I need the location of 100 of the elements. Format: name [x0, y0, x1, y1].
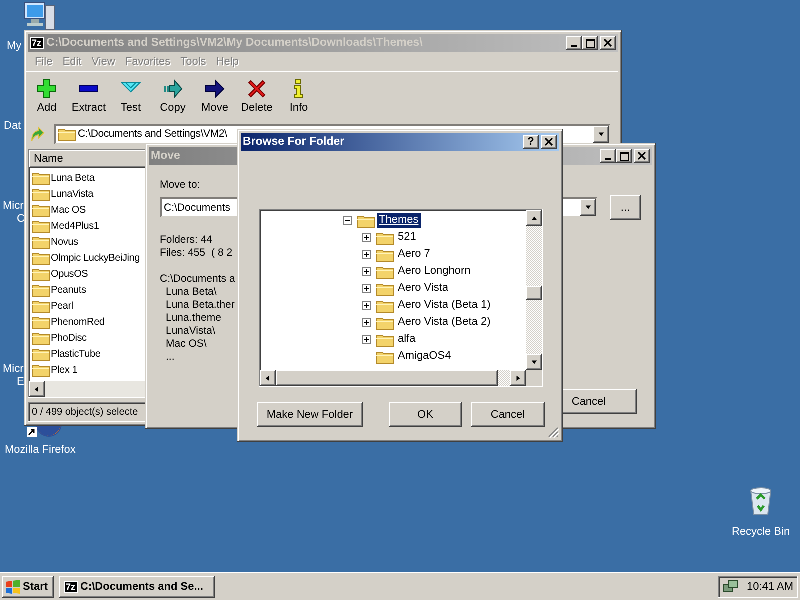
window-title: Browse For Folder: [243, 136, 346, 148]
tree-item[interactable]: Aero Vista (Beta 1): [396, 298, 493, 313]
folder-icon: [58, 127, 76, 141]
arrow-icon: [163, 79, 183, 99]
triangle-icon: [514, 374, 522, 382]
network-icon: [723, 578, 739, 594]
item-text: ...: [165, 351, 175, 364]
triangle-icon: [530, 358, 538, 366]
address-text: C:\Documents and Settings\VM2\: [78, 128, 228, 140]
folder-entry[interactable]: Peanuts: [29, 282, 143, 298]
tree-item[interactable]: 521: [396, 230, 418, 245]
browse-button[interactable]: ...: [610, 195, 641, 220]
folder-entry[interactable]: PhoDisc: [29, 330, 143, 346]
tree-item[interactable]: Aero Vista: [396, 281, 451, 296]
folder-icon: [32, 219, 50, 233]
folder-icon: [376, 332, 394, 346]
taskbar-button[interactable]: 7z C:\Documents and Se...: [59, 576, 215, 598]
icon-label: Micr: [3, 363, 24, 376]
tree-item[interactable]: Themes: [377, 213, 421, 228]
add-button[interactable]: Add: [26, 72, 68, 120]
scroll-thumb[interactable]: [526, 286, 542, 300]
info-text: Files: 455: [160, 247, 206, 260]
item-text: Luna.theme: [165, 312, 222, 325]
close-button[interactable]: [600, 36, 616, 50]
folder-entry[interactable]: LunaVista: [29, 186, 143, 202]
icon-label: E: [16, 376, 24, 389]
icon-label: Recycle Bin: [732, 526, 790, 539]
start-button[interactable]: Start: [2, 576, 54, 598]
folder-icon: [32, 203, 50, 217]
folder-icon: [376, 298, 394, 312]
resize-grip-icon: [548, 427, 559, 438]
item-text: Luna Beta\: [165, 286, 217, 299]
minimize-button[interactable]: [566, 36, 582, 50]
triangle-icon: [530, 214, 538, 222]
dropdown-button[interactable]: [593, 126, 609, 142]
scroll-button[interactable]: [510, 370, 526, 386]
folder-icon: [376, 316, 394, 330]
windows-flag-icon: [5, 580, 21, 594]
folder-entry[interactable]: PhenomRed: [29, 314, 143, 330]
folder-icon: [32, 331, 50, 345]
cancel-button[interactable]: Cancel: [471, 402, 545, 427]
folder-icon: [376, 282, 394, 296]
folder-entry[interactable]: Novus: [29, 234, 143, 250]
folder-icon: [32, 171, 50, 185]
close-button[interactable]: [634, 149, 650, 163]
delete-button[interactable]: Delete: [236, 72, 278, 120]
info-button[interactable]: Info: [278, 72, 320, 120]
icon-label: Micr: [3, 200, 24, 213]
extract-button[interactable]: Extract: [68, 72, 110, 120]
maximize-icon: [586, 38, 594, 48]
folder-entry[interactable]: Med4Plus1: [29, 218, 143, 234]
scroll-button[interactable]: [260, 370, 276, 386]
triangle-icon: [34, 386, 40, 392]
folder-icon: [376, 230, 394, 244]
scroll-button[interactable]: [526, 354, 542, 370]
help-button[interactable]: ?: [523, 135, 539, 149]
maximize-button[interactable]: [616, 149, 632, 163]
folder-entry[interactable]: Plex 1: [29, 362, 143, 378]
folder-icon: [32, 299, 50, 313]
folder-icon: [32, 235, 50, 249]
app-logo: 7z: [30, 37, 44, 49]
scroll-thumb[interactable]: [276, 370, 498, 386]
folder-icon: [32, 283, 50, 297]
folder-entry[interactable]: Pearl: [29, 298, 143, 314]
scroll-button[interactable]: [526, 210, 542, 226]
maximize-button[interactable]: [582, 36, 598, 50]
window-title: C:\Documents and Settings\VM2\My Documents\Downloads\Themes\: [46, 37, 424, 49]
new-folder-button[interactable]: Make New Folder: [257, 402, 363, 427]
move-button[interactable]: Move: [194, 72, 236, 120]
minimize-button[interactable]: [600, 149, 616, 163]
folder-icon: [32, 251, 50, 265]
ok-button[interactable]: OK: [389, 402, 462, 427]
tree-item[interactable]: alfa: [396, 332, 418, 347]
copy-button[interactable]: Copy: [152, 72, 194, 120]
scroll-button[interactable]: [29, 381, 45, 397]
folder-entry[interactable]: PlasticTube: [29, 346, 143, 362]
column-header[interactable]: Name: [29, 150, 147, 168]
window-title: Move: [151, 150, 182, 162]
folder-entry[interactable]: Luna Beta: [29, 170, 143, 186]
tree-item[interactable]: AmigaOS4: [396, 349, 454, 364]
close-icon: [545, 138, 553, 146]
dropdown-button[interactable]: [580, 199, 596, 216]
field-label: Move to:: [160, 179, 200, 192]
folder-entry[interactable]: Olmpic LuckyBeiJing: [29, 250, 143, 266]
path-text: C:\Documents: [164, 202, 232, 214]
folder-icon: [32, 187, 50, 201]
folder-entry[interactable]: OpusOS: [29, 266, 143, 282]
cross-icon: [247, 79, 267, 99]
close-icon: [638, 152, 646, 160]
tree-item[interactable]: Aero Longhorn: [396, 264, 473, 279]
test-button[interactable]: Test: [110, 72, 152, 120]
close-button[interactable]: [541, 135, 557, 149]
item-text: Mac OS\: [165, 338, 207, 351]
clock: 10:41 AM: [747, 580, 794, 592]
triangle-icon: [598, 130, 604, 138]
plus-icon: [37, 79, 57, 99]
tree-item[interactable]: Aero Vista (Beta 2): [396, 315, 493, 330]
tree-item[interactable]: Aero 7: [396, 247, 432, 262]
folder-entry[interactable]: Mac OS: [29, 202, 143, 218]
info-text: Folders: 44: [160, 234, 213, 247]
